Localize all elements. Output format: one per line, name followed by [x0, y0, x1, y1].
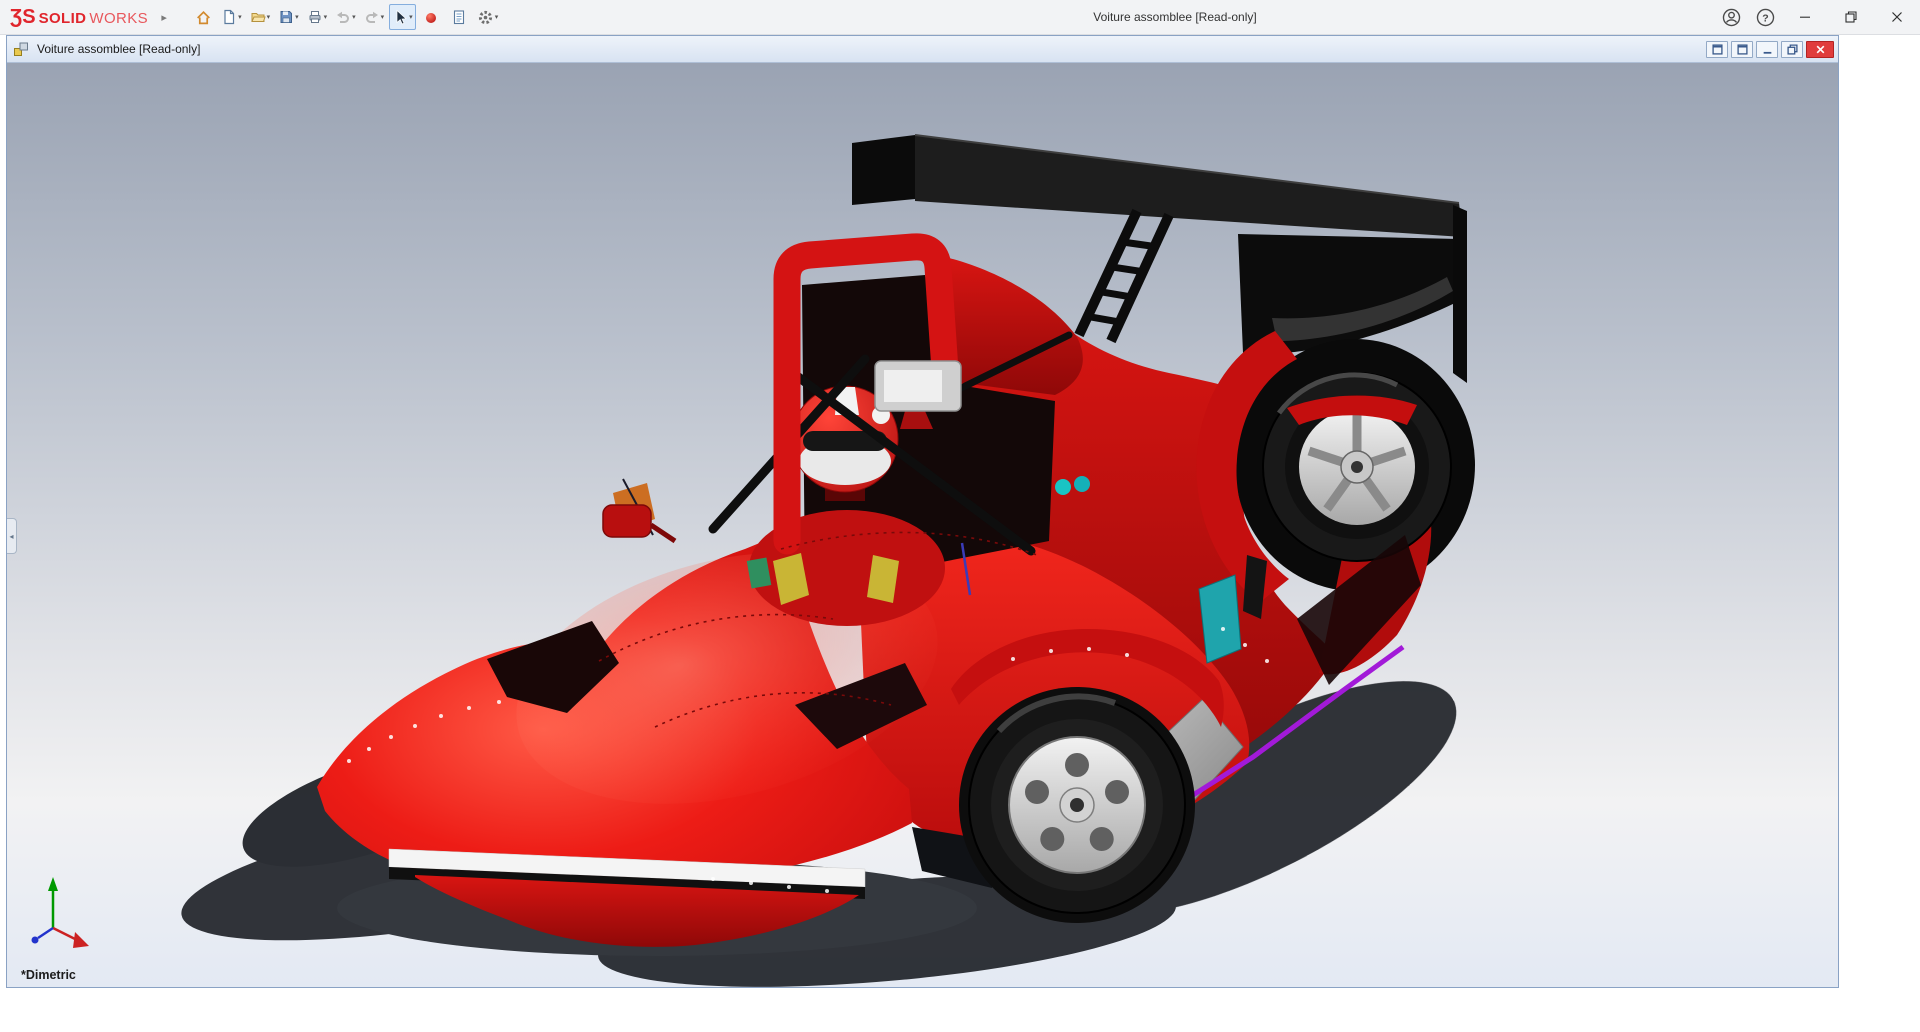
new-document-button[interactable]: ▾ [218, 4, 245, 30]
select-cursor-icon [392, 9, 408, 25]
teal-light-a [1055, 479, 1071, 495]
dropdown-caret-icon[interactable]: ▾ [238, 13, 242, 21]
account-icon [1722, 8, 1741, 27]
viewport-3d[interactable]: *Dimetric ◂ [7, 63, 1838, 987]
undo-icon [335, 9, 351, 25]
document-window-controls [1706, 41, 1834, 58]
dropdown-caret-icon[interactable]: ▾ [295, 13, 299, 21]
minimize-icon [1762, 44, 1773, 55]
file-properties-icon [451, 9, 467, 25]
undo-button[interactable]: ▾ [332, 4, 359, 30]
close-icon [1889, 9, 1905, 25]
doc-restore-button[interactable] [1781, 41, 1803, 58]
red-dot-icon [423, 9, 439, 25]
app-titlebar: ƷS SOLIDWORKS ▸ ▾ ▾ ▾ ▾ [0, 0, 1920, 35]
dropdown-caret-icon[interactable]: ▾ [409, 13, 413, 21]
close-button[interactable] [1874, 0, 1920, 35]
solidworks-app: ƷS SOLIDWORKS ▸ ▾ ▾ ▾ ▾ [0, 0, 1920, 35]
document-title: Voiture assomblee [Read-only] [37, 42, 200, 56]
dropdown-caret-icon[interactable]: ▾ [352, 13, 356, 21]
print-icon [307, 9, 323, 25]
document-titlebar[interactable]: Voiture assomblee [Read-only] [7, 36, 1838, 63]
svg-text:?: ? [1762, 12, 1768, 24]
minimize-button[interactable] [1782, 0, 1828, 35]
open-button[interactable]: ▾ [247, 4, 274, 30]
doc-minimize-button[interactable] [1756, 41, 1778, 58]
home-button[interactable] [190, 4, 216, 30]
frame-icon [1712, 44, 1723, 55]
redo-button[interactable]: ▾ [361, 4, 388, 30]
ds-logo-icon: ƷS [10, 7, 36, 27]
options-button[interactable]: ▾ [474, 4, 502, 30]
help-icon: ? [1756, 8, 1775, 27]
document-window: Voiture assomblee [Read-only] [6, 35, 1839, 988]
scene-svg[interactable] [7, 63, 1838, 987]
select-tool-button[interactable]: ▾ [389, 4, 416, 30]
front-right-wheel[interactable] [959, 687, 1195, 923]
wing-supports [1079, 211, 1169, 341]
home-icon [195, 9, 212, 26]
dropdown-caret-icon[interactable]: ▾ [267, 13, 271, 21]
solidworks-logo: ƷS SOLIDWORKS [0, 7, 156, 27]
brand-solid-text: SOLID [39, 10, 87, 27]
panel-collapse-handle[interactable]: ◂ [7, 518, 17, 554]
red-dot-button[interactable] [418, 4, 444, 30]
assembly-document-icon [13, 40, 31, 58]
gear-icon [477, 9, 494, 26]
new-document-icon [221, 9, 237, 25]
minimize-icon [1797, 9, 1813, 25]
window-controls: ? [1714, 0, 1920, 35]
doc-close-button[interactable] [1806, 41, 1834, 58]
open-folder-icon [250, 9, 266, 25]
dropdown-caret-icon[interactable]: ▾ [324, 13, 328, 21]
teal-light-b [1074, 476, 1090, 492]
file-properties-button[interactable] [446, 4, 472, 30]
restore-button[interactable] [1828, 0, 1874, 35]
dropdown-caret-icon[interactable]: ▾ [495, 13, 499, 21]
app-title: Voiture assomblee [Read-only] [1040, 0, 1310, 35]
save-icon [278, 9, 294, 25]
account-button[interactable] [1714, 0, 1748, 35]
close-icon [1815, 44, 1826, 55]
doc-frame-button-a[interactable] [1706, 41, 1728, 58]
help-button[interactable]: ? [1748, 0, 1782, 35]
teal-side-window [1199, 575, 1241, 663]
print-button[interactable]: ▾ [304, 4, 331, 30]
brand-works-text: WORKS [89, 10, 148, 27]
quick-access-toolbar: ▾ ▾ ▾ ▾ ▾ ▾ ▾ [190, 4, 501, 30]
orientation-triad[interactable] [32, 877, 90, 948]
restore-icon [1843, 9, 1859, 25]
redo-icon [364, 9, 380, 25]
toolbar-expand-button[interactable]: ▸ [156, 11, 172, 24]
left-mirror[interactable] [603, 505, 675, 541]
doc-frame-button-b[interactable] [1731, 41, 1753, 58]
frame-icon [1737, 44, 1748, 55]
dropdown-caret-icon[interactable]: ▾ [381, 13, 385, 21]
save-button[interactable]: ▾ [275, 4, 302, 30]
restore-icon [1787, 44, 1798, 55]
view-orientation-label: *Dimetric [21, 968, 76, 982]
